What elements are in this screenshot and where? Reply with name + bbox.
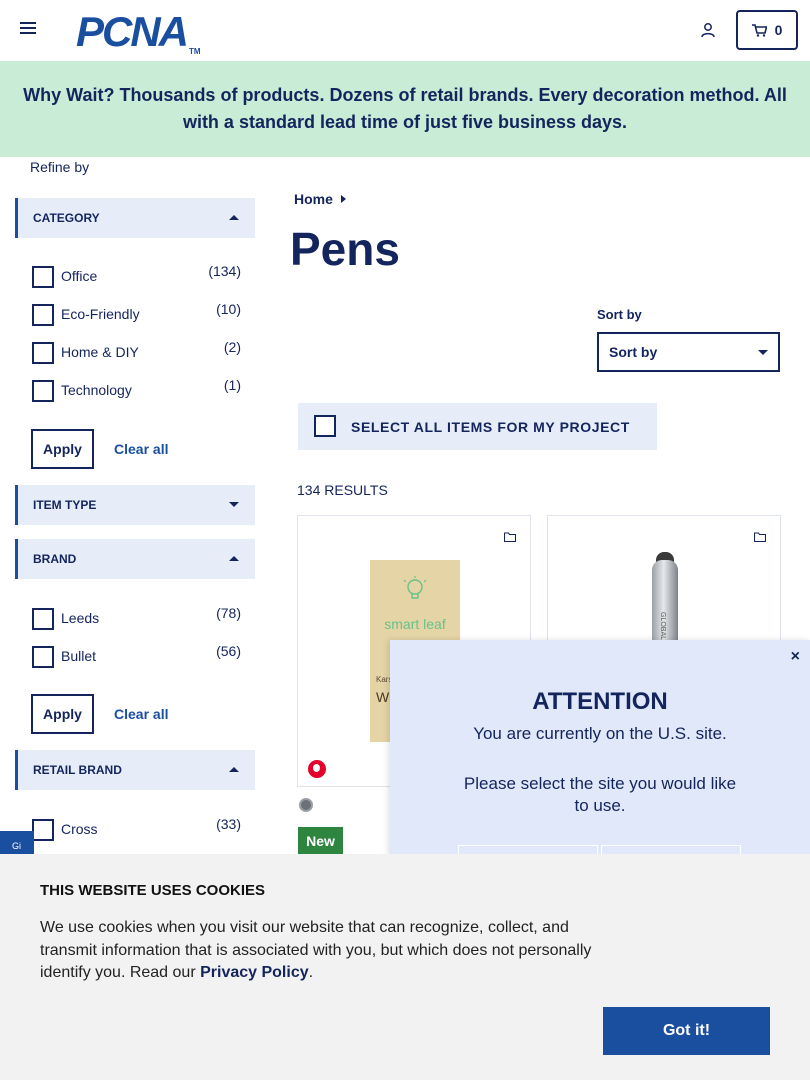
filter-option-cross: Cross (33) (32, 816, 242, 841)
cookie-period: . (308, 964, 314, 981)
filter-option-label: Home & DIY (61, 344, 139, 360)
filter-option-bullet: Bullet (56) (32, 643, 242, 668)
hamburger-menu-icon[interactable] (20, 22, 36, 36)
filter-option-count: (78) (216, 605, 241, 621)
filter-option-home-diy: Home & DIY (2) (32, 339, 242, 364)
filter-option-label: Technology (61, 382, 132, 398)
facet-category-header[interactable]: CATEGORY (15, 198, 255, 238)
cookie-body: We use cookies when you visit our websit… (40, 919, 592, 981)
sort-by-label: Sort by (597, 307, 642, 322)
filter-option-count: (33) (216, 816, 241, 832)
logo-tm: TM (189, 47, 201, 56)
facet-item-type-title: ITEM TYPE (33, 498, 97, 512)
new-badge: New (298, 827, 343, 854)
refine-by-label: Refine by (30, 159, 90, 175)
filter-option-count: (2) (223, 339, 241, 355)
caret-down-icon (229, 502, 239, 507)
filter-checkbox[interactable] (32, 266, 54, 288)
filter-option-label: Bullet (61, 648, 97, 664)
sort-by-select[interactable]: Sort by (597, 332, 780, 372)
folder-icon[interactable] (754, 532, 766, 542)
apply-button[interactable]: Apply (31, 429, 94, 469)
select-all-checkbox[interactable] (314, 415, 336, 437)
filter-checkbox[interactable] (32, 608, 54, 630)
privacy-policy-link[interactable]: Privacy Policy (200, 964, 309, 981)
accept-cookies-button[interactable]: Got it! (603, 1007, 770, 1055)
caret-up-icon (229, 215, 239, 220)
modal-message: You are currently on the U.S. site. (473, 724, 727, 743)
filter-option-label: Office (61, 268, 98, 284)
filter-option-label: Leeds (61, 610, 100, 626)
pack-brand-text: smart leaf (384, 616, 446, 632)
color-swatch[interactable] (299, 798, 313, 812)
chevron-down-icon (758, 350, 768, 355)
cookie-title: THIS WEBSITE USES COOKIES (40, 882, 266, 899)
close-icon[interactable]: × (791, 648, 800, 666)
cart-count: 0 (774, 22, 783, 38)
sort-by-value: Sort by (609, 344, 658, 360)
side-tab-text: Gi (12, 841, 21, 851)
filter-option-count: (10) (216, 301, 241, 317)
select-all-label: SELECT ALL ITEMS FOR MY PROJECT (351, 419, 630, 435)
site-header: PCNA TM 0 (0, 0, 810, 61)
filter-checkbox[interactable] (32, 819, 54, 841)
breadcrumb-home-link[interactable]: Home (294, 191, 333, 207)
user-account-icon[interactable] (700, 22, 716, 38)
facet-brand-header[interactable]: BRAND (15, 539, 255, 579)
caret-up-icon (229, 767, 239, 772)
facet-brand-title: BRAND (33, 552, 77, 566)
filter-checkbox[interactable] (32, 304, 54, 326)
modal-title: ATTENTION (532, 688, 668, 715)
filter-checkbox[interactable] (32, 342, 54, 364)
filter-option-leeds: Leeds (78) (32, 605, 242, 630)
filter-option-label: Eco-Friendly (61, 306, 140, 322)
cart-button[interactable]: 0 (736, 10, 798, 50)
select-all-button[interactable]: SELECT ALL ITEMS FOR MY PROJECT (298, 403, 657, 450)
facet-retail-brand-title: RETAIL BRAND (33, 763, 122, 777)
facet-category-title: CATEGORY (33, 211, 100, 225)
apply-button[interactable]: Apply (31, 694, 94, 734)
filter-option-count: (1) (223, 377, 241, 393)
breadcrumb-arrow-icon (340, 195, 346, 203)
filter-option-eco-friendly: Eco-Friendly (10) (32, 301, 242, 326)
facet-retail-brand-header[interactable]: RETAIL BRAND (15, 750, 255, 790)
breadcrumb: Home (294, 191, 346, 207)
page-title: Pens (290, 223, 400, 275)
cookie-text: We use cookies when you visit our websit… (40, 917, 610, 985)
facet-item-type-header[interactable]: ITEM TYPE (15, 485, 255, 525)
clear-all-link[interactable]: Clear all (114, 441, 168, 457)
clear-all-link[interactable]: Clear all (114, 706, 168, 722)
brand-logo-icon (308, 760, 326, 778)
filter-option-label: Cross (61, 821, 98, 837)
cookie-banner: THIS WEBSITE USES COOKIES We use cookies… (0, 854, 810, 1080)
pcna-logo[interactable]: PCNA TM (76, 8, 201, 56)
lightbulb-icon (403, 576, 427, 599)
logo-text: PCNA (76, 8, 189, 55)
filter-option-office: Office (134) (32, 263, 242, 288)
product-image[interactable]: GLOBAL RELIEF (652, 560, 678, 666)
filter-option-technology: Technology (1) (32, 377, 242, 402)
filter-option-count: (56) (216, 643, 241, 659)
promo-banner: Why Wait? Thousands of products. Dozens … (0, 61, 810, 157)
filter-checkbox[interactable] (32, 646, 54, 668)
promo-banner-text: Why Wait? Thousands of products. Dozens … (23, 85, 787, 132)
caret-up-icon (229, 556, 239, 561)
modal-instruction: Please select the site you would like to… (463, 774, 737, 815)
site-selection-modal: × ATTENTION You are currently on the U.S… (390, 640, 810, 865)
folder-icon[interactable] (504, 532, 516, 542)
cart-icon (751, 23, 767, 37)
filter-option-count: (134) (208, 263, 241, 279)
results-count: 134 RESULTS (297, 482, 388, 498)
filter-checkbox[interactable] (32, 380, 54, 402)
